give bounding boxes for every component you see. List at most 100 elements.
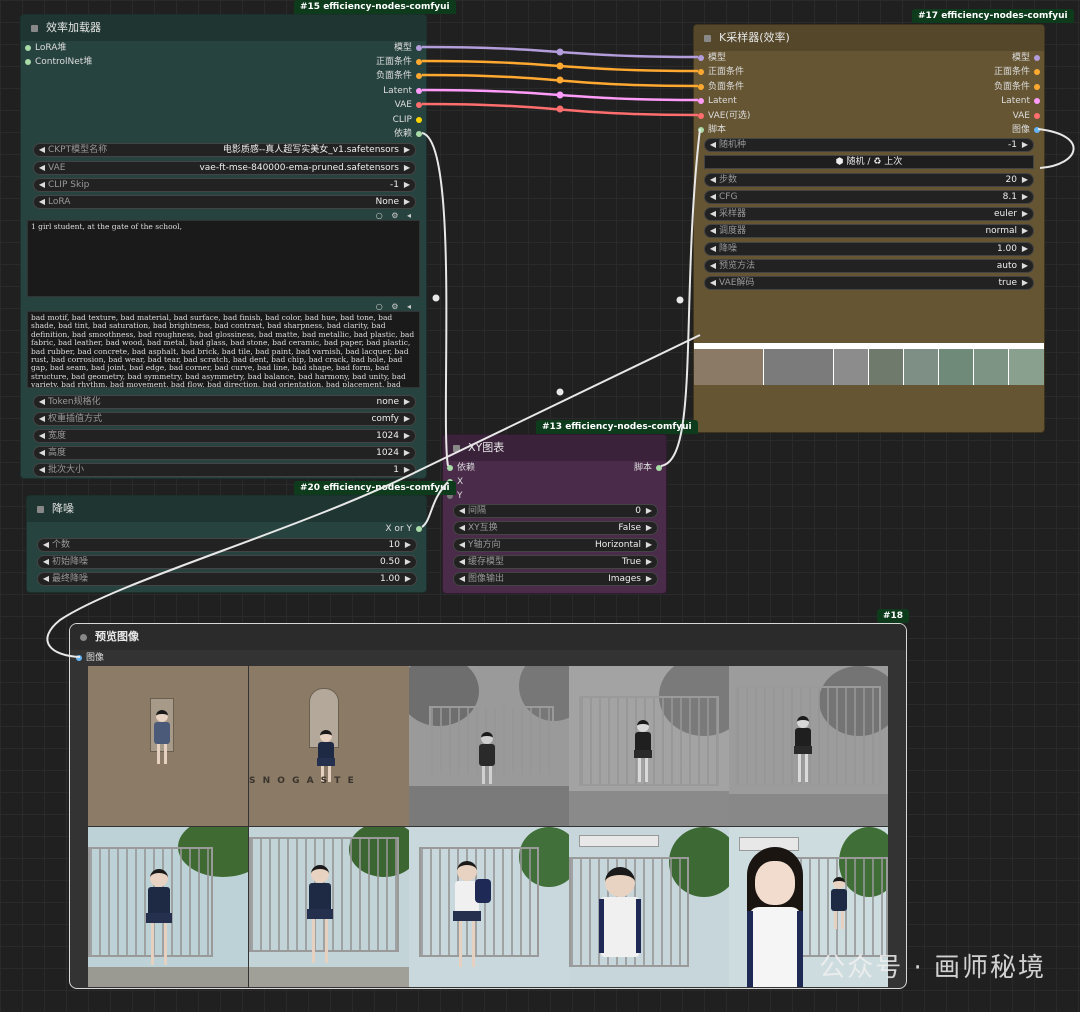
arrow-left-icon[interactable]: ◀: [37, 430, 47, 442]
widget-height[interactable]: ◀ 高度 1024 ▶: [33, 446, 416, 460]
arrow-left-icon[interactable]: ◀: [457, 539, 467, 551]
arrow-right-icon[interactable]: ▶: [644, 505, 654, 517]
port-dot-icon[interactable]: [698, 97, 704, 104]
arrow-right-icon[interactable]: ▶: [644, 556, 654, 568]
node20-title[interactable]: 降噪: [27, 496, 426, 522]
port-dot-icon[interactable]: [416, 58, 422, 65]
ksampler-node[interactable]: K采样器(效率) 模型 正面条件 负面条件 Latent VAE(可选) 脚本 …: [693, 24, 1045, 433]
port-dot-icon[interactable]: [416, 44, 422, 51]
widget-token-norm[interactable]: ◀ Token规格化 none ▶: [33, 395, 416, 409]
node13-title[interactable]: XY图表: [443, 435, 666, 461]
arrow-left-icon[interactable]: ◀: [41, 539, 51, 551]
arrow-right-icon[interactable]: ▶: [402, 413, 412, 425]
widget-vae[interactable]: ◀ VAE vae-ft-mse-840000-ema-pruned.safeten…: [33, 161, 416, 175]
collapse-icon[interactable]: [704, 34, 711, 42]
preview-image-9[interactable]: [569, 827, 729, 987]
preview-image-3[interactable]: [409, 666, 569, 826]
arrow-left-icon[interactable]: ◀: [457, 556, 467, 568]
widget-lora[interactable]: ◀ LoRA None ▶: [33, 195, 416, 209]
arrow-right-icon[interactable]: ▶: [644, 573, 654, 585]
port-dot-icon[interactable]: [1034, 112, 1040, 119]
port-dot-icon[interactable]: [447, 464, 453, 471]
arrow-right-icon[interactable]: ▶: [402, 430, 412, 442]
arrow-right-icon[interactable]: ▶: [403, 573, 413, 585]
xy-plot-node[interactable]: XY图表 依赖 X Y 脚本 ◀ 间隔 0 ▶ ◀ XY互换 False ▶ ◀ Y轴方向 Ho…: [442, 434, 667, 594]
output-model[interactable]: 模型: [394, 41, 422, 55]
arrow-right-icon[interactable]: ▶: [1020, 225, 1030, 237]
widget-weight-interp[interactable]: ◀ 权重插值方式 comfy ▶: [33, 412, 416, 426]
widget-preview-method[interactable]: ◀ 预览方法 auto ▶: [704, 259, 1034, 273]
prompt-toolbar-icons[interactable]: ○ ⚙ ◂: [376, 302, 414, 311]
efficiency-loader-node[interactable]: 效率加载器 LoRA堆 ControlNet堆 模型 正面条件 负面条件 Lat…: [20, 14, 427, 479]
output-image[interactable]: 图像: [1012, 123, 1040, 137]
port-dot-icon[interactable]: [698, 54, 704, 61]
preview-image-2[interactable]: S N O G A S T E: [249, 666, 409, 826]
arrow-left-icon[interactable]: ◀: [37, 179, 47, 191]
port-dot-icon[interactable]: [25, 58, 31, 65]
arrow-left-icon[interactable]: ◀: [37, 162, 47, 174]
prompt-toolbar-icons[interactable]: ○ ⚙ ◂: [376, 211, 414, 220]
arrow-right-icon[interactable]: ▶: [402, 396, 412, 408]
collapse-icon[interactable]: [31, 24, 38, 32]
preview-image-node[interactable]: 预览图像 图像 S N O G A S T E: [69, 623, 907, 989]
output-clip[interactable]: CLIP: [393, 113, 422, 127]
arrow-left-icon[interactable]: ◀: [457, 522, 467, 534]
arrow-left-icon[interactable]: ◀: [708, 139, 718, 151]
output-script[interactable]: 脚本: [634, 461, 662, 475]
output-negative[interactable]: 负面条件: [994, 80, 1040, 94]
arrow-right-icon[interactable]: ▶: [402, 447, 412, 459]
negative-prompt-textarea[interactable]: bad motif, bad texture, bad material, ba…: [27, 311, 420, 388]
arrow-right-icon[interactable]: ▶: [403, 539, 413, 551]
input-script[interactable]: 脚本: [698, 123, 726, 137]
output-positive[interactable]: 正面条件: [994, 65, 1040, 79]
collapse-icon[interactable]: [453, 444, 460, 452]
port-dot-icon[interactable]: [416, 130, 422, 137]
output-latent[interactable]: Latent: [383, 84, 422, 98]
port-dot-icon[interactable]: [1034, 97, 1040, 104]
widget-denoise[interactable]: ◀ 降噪 1.00 ▶: [704, 242, 1034, 256]
noise-node[interactable]: 降噪 X or Y ◀ 个数 10 ▶ ◀ 初始降噪 0.50 ▶ ◀ 最终降噪 1.00 ▶: [26, 495, 427, 593]
widget-scheduler[interactable]: ◀ 调度器 normal ▶: [704, 224, 1034, 238]
arrow-right-icon[interactable]: ▶: [1020, 260, 1030, 272]
arrow-right-icon[interactable]: ▶: [402, 162, 412, 174]
preview-image-5[interactable]: [729, 666, 888, 826]
widget-cache-model[interactable]: ◀ 缓存模型 True ▶: [453, 555, 658, 569]
arrow-left-icon[interactable]: ◀: [37, 464, 47, 476]
input-model[interactable]: 模型: [698, 51, 726, 65]
widget-cfg[interactable]: ◀ CFG 8.1 ▶: [704, 190, 1034, 204]
widget-count[interactable]: ◀ 个数 10 ▶: [37, 538, 417, 552]
arrow-left-icon[interactable]: ◀: [457, 573, 467, 585]
arrow-left-icon[interactable]: ◀: [37, 413, 47, 425]
port-dot-icon[interactable]: [1034, 54, 1040, 61]
output-vae[interactable]: VAE: [395, 98, 422, 112]
arrow-left-icon[interactable]: ◀: [37, 144, 47, 156]
arrow-right-icon[interactable]: ▶: [1020, 174, 1030, 186]
arrow-left-icon[interactable]: ◀: [457, 505, 467, 517]
node17-title[interactable]: K采样器(效率): [694, 25, 1044, 51]
preview-image-6[interactable]: [88, 827, 248, 987]
output-x-or-y[interactable]: X or Y: [385, 522, 422, 536]
preview-image-4[interactable]: [569, 666, 729, 826]
port-dot-icon[interactable]: [416, 116, 422, 123]
port-dot-icon[interactable]: [698, 126, 704, 133]
arrow-right-icon[interactable]: ▶: [403, 556, 413, 568]
port-dot-icon[interactable]: [416, 87, 422, 94]
input-latent[interactable]: Latent: [698, 94, 737, 108]
arrow-left-icon[interactable]: ◀: [708, 208, 718, 220]
input-negative[interactable]: 负面条件: [698, 80, 744, 94]
input-positive[interactable]: 正面条件: [698, 65, 744, 79]
port-dot-icon[interactable]: [25, 44, 31, 51]
arrow-right-icon[interactable]: ▶: [1020, 243, 1030, 255]
widget-clip-skip[interactable]: ◀ CLIP Skip -1 ▶: [33, 178, 416, 192]
widget-steps[interactable]: ◀ 步数 20 ▶: [704, 173, 1034, 187]
collapse-icon[interactable]: [37, 505, 44, 513]
port-dot-icon[interactable]: [1034, 83, 1040, 90]
arrow-right-icon[interactable]: ▶: [402, 144, 412, 156]
widget-xy-swap[interactable]: ◀ XY互换 False ▶: [453, 521, 658, 535]
seed-control-button[interactable]: ⬢ 随机 / ♻ 上次: [704, 155, 1034, 169]
positive-prompt-textarea[interactable]: 1 girl student, at the gate of the schoo…: [27, 220, 420, 297]
port-dot-icon[interactable]: [416, 525, 422, 532]
arrow-right-icon[interactable]: ▶: [1020, 191, 1030, 203]
widget-y-direction[interactable]: ◀ Y轴方向 Horizontal ▶: [453, 538, 658, 552]
output-latent[interactable]: Latent: [1001, 94, 1040, 108]
